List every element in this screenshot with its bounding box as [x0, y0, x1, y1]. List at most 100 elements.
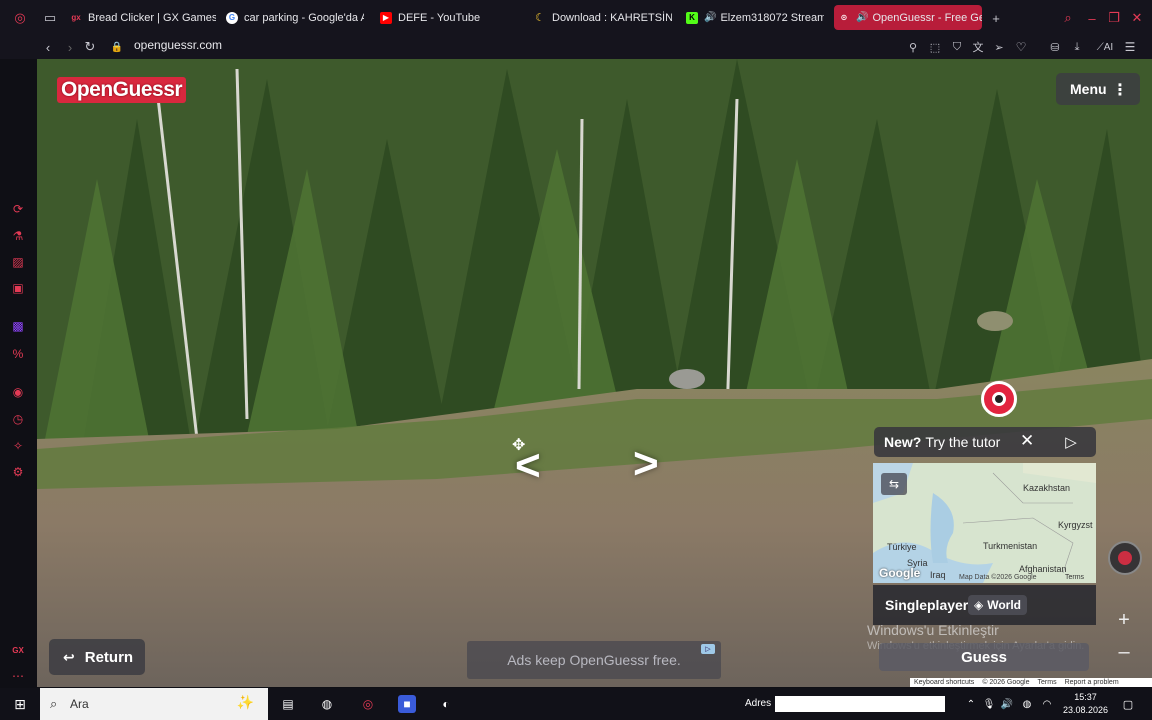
- chevron-up-icon[interactable]: ⌃: [962, 695, 980, 713]
- search-icon[interactable]: ⌕: [1060, 10, 1076, 26]
- snapshot-icon[interactable]: ⬚: [928, 39, 942, 55]
- gx-icon: gx: [71, 13, 81, 22]
- wallet-icon[interactable]: ⛁: [1048, 39, 1062, 55]
- nav-arrow-right-icon[interactable]: >: [633, 439, 659, 489]
- translate-icon[interactable]: 文: [971, 39, 985, 55]
- mode-label: Singleplayer: [885, 597, 969, 613]
- extensions-icon[interactable]: ✧: [11, 439, 25, 453]
- map-size-toggle-icon[interactable]: ⇆: [881, 473, 907, 495]
- footer-link[interactable]: Terms: [1038, 679, 1057, 686]
- tab-youtube[interactable]: ▶ DEFE - YouTube: [376, 5, 516, 30]
- microphone-icon[interactable]: 🎙: [980, 695, 998, 713]
- opera-gx-logo-icon[interactable]: ◎: [12, 10, 28, 26]
- world-selector[interactable]: ◈ World: [968, 595, 1028, 615]
- opera-gx-taskbar-icon[interactable]: ◎: [359, 695, 377, 713]
- tab-overview-icon[interactable]: ▭: [42, 10, 58, 26]
- more-dots-icon[interactable]: ⋯: [11, 669, 25, 683]
- steam-icon[interactable]: ◍: [318, 695, 336, 713]
- compass-icon[interactable]: [1108, 541, 1142, 575]
- guess-minimap[interactable]: ⇆ Kazakhstan Kyrgyzst Türkiye Turkmenist…: [873, 463, 1096, 583]
- obs-icon[interactable]: ◐: [437, 695, 455, 713]
- map-label: Afghanistan: [1019, 564, 1067, 574]
- new-tab-icon[interactable]: +: [988, 10, 1004, 26]
- google-icon: G: [226, 11, 238, 24]
- tab-bread-clicker[interactable]: gx Bread Clicker | GX Games: [66, 5, 216, 30]
- shield-icon[interactable]: ⛉: [950, 39, 964, 55]
- roblox-icon[interactable]: ■: [398, 695, 416, 713]
- tutorial-banner[interactable]: New? Try the tutor ✕ ▷: [874, 427, 1096, 457]
- footer-link[interactable]: Report a problem: [1065, 679, 1119, 686]
- notification-icon[interactable]: ▢: [1119, 695, 1137, 713]
- gx-games-icon[interactable]: GX: [11, 643, 25, 657]
- zoom-in-icon[interactable]: +: [1113, 609, 1135, 631]
- menu-button[interactable]: Menu ⋮: [1056, 73, 1140, 105]
- easy-setup-icon[interactable]: ☰: [1123, 39, 1137, 55]
- ad-banner[interactable]: Ads keep OpenGuessr free. ▷: [467, 641, 721, 679]
- move-cursor-icon: ✥: [512, 437, 526, 454]
- kick-icon: K: [686, 11, 698, 24]
- tab-label: Elzem318072 Stream -: [720, 11, 824, 24]
- messenger-icon[interactable]: ▣: [11, 281, 25, 295]
- send-icon[interactable]: ➢: [992, 39, 1006, 55]
- download-icon[interactable]: ⤓: [1070, 39, 1084, 55]
- discount-icon[interactable]: %: [11, 347, 25, 361]
- volume-icon[interactable]: 🔊: [998, 695, 1016, 713]
- close-window-icon[interactable]: ✕: [1129, 10, 1145, 26]
- address-toolbar-input[interactable]: [775, 696, 945, 712]
- player-icon[interactable]: ◉: [11, 385, 25, 399]
- gx-cleaner-icon[interactable]: ⚗: [11, 229, 25, 243]
- tab-google-search[interactable]: G car parking - Google'da Ar: [222, 5, 364, 30]
- tab-label: OpenGuessr - Free Ge: [872, 11, 982, 24]
- task-view-icon[interactable]: ▤: [279, 695, 297, 713]
- twitch-icon[interactable]: ▩: [11, 319, 25, 333]
- address-bar: ‹ › ↻ 🔒 openguessr.com ⚲ ⬚ ⛉ 文 ➢ ♡ ⛁ ⤓ ⟋…: [0, 35, 1152, 59]
- network-icon[interactable]: ◠: [1038, 695, 1056, 713]
- google-footer: Keyboard shortcuts © 2026 Google Terms R…: [910, 678, 1152, 687]
- openguessr-pin-icon: [981, 381, 1017, 417]
- adchoices-icon[interactable]: ▷: [701, 644, 715, 654]
- forward-icon[interactable]: ›: [62, 39, 78, 55]
- tutorial-text: Try the tutor: [925, 434, 1001, 450]
- system-clock[interactable]: 15:37 23.08.2026: [1063, 691, 1108, 717]
- search-icon: ⌕: [50, 696, 58, 711]
- map-terms-link[interactable]: Terms: [1065, 574, 1084, 581]
- pin-icon[interactable]: ⚲: [906, 39, 920, 55]
- back-icon[interactable]: ‹: [40, 39, 56, 55]
- speaker-icon: 🔊: [704, 12, 717, 23]
- search-placeholder: Ara: [70, 697, 89, 711]
- gx-corner-icon[interactable]: ▨: [11, 255, 25, 269]
- tab-openguessr[interactable]: ⊙ 🔊 OpenGuessr - Free Ge: [834, 5, 982, 30]
- windows-taskbar: ⊞ ⌕ Ara ✨ ▤ ◍ ◎ ■ ◐ Adres ⌃ 🎙 🔊 ◍ ◠ 15:3…: [0, 688, 1152, 720]
- ai-icon[interactable]: ⟋AI: [1092, 39, 1118, 55]
- reload-icon[interactable]: ↻: [82, 39, 98, 55]
- minimize-icon[interactable]: –: [1084, 10, 1100, 26]
- return-button[interactable]: ↩ Return: [49, 639, 145, 675]
- play-icon[interactable]: ▷: [1058, 429, 1084, 455]
- windows-start-icon[interactable]: ⊞: [11, 695, 29, 713]
- tab-kick-stream[interactable]: K 🔊 Elzem318072 Stream -: [682, 5, 824, 30]
- guess-button[interactable]: Guess: [879, 643, 1089, 671]
- tutorial-bold: New?: [884, 434, 922, 450]
- map-label: Iraq: [930, 570, 946, 580]
- url-field[interactable]: openguessr.com: [134, 38, 222, 52]
- map-label: Türkiye: [887, 542, 917, 552]
- gx-sidebar: ⟳ ⚗ ▨ ▣ ▩ % ◉ ◷ ✧ ⚙ GX ⋯: [0, 59, 37, 687]
- zoom-out-icon[interactable]: –: [1113, 641, 1135, 663]
- gx-control-icon[interactable]: ⟳: [11, 202, 25, 216]
- tab-download[interactable]: ☾ Download : KAHRETSİN M: [530, 5, 672, 30]
- street-view[interactable]: OpenGuessr Menu ⋮ < > ✥ New? Try the tut…: [37, 59, 1152, 687]
- speaker-icon: 🔊: [856, 12, 869, 23]
- close-icon[interactable]: ✕: [1020, 431, 1034, 451]
- settings-gear-icon[interactable]: ⚙: [11, 465, 25, 479]
- history-icon[interactable]: ◷: [11, 412, 25, 426]
- openguessr-logo[interactable]: OpenGuessr: [57, 77, 187, 103]
- heart-icon[interactable]: ♡: [1014, 39, 1028, 55]
- footer-link[interactable]: Keyboard shortcuts: [914, 679, 974, 686]
- steam-tray-icon[interactable]: ◍: [1018, 695, 1036, 713]
- maximize-icon[interactable]: ❐: [1106, 10, 1122, 26]
- address-toolbar-label: Adres: [745, 698, 772, 709]
- footer-link: © 2026 Google: [982, 679, 1030, 686]
- menu-label: Menu: [1070, 81, 1107, 97]
- taskbar-search[interactable]: ⌕ Ara ✨: [40, 688, 268, 720]
- layers-icon: ◈: [974, 598, 984, 612]
